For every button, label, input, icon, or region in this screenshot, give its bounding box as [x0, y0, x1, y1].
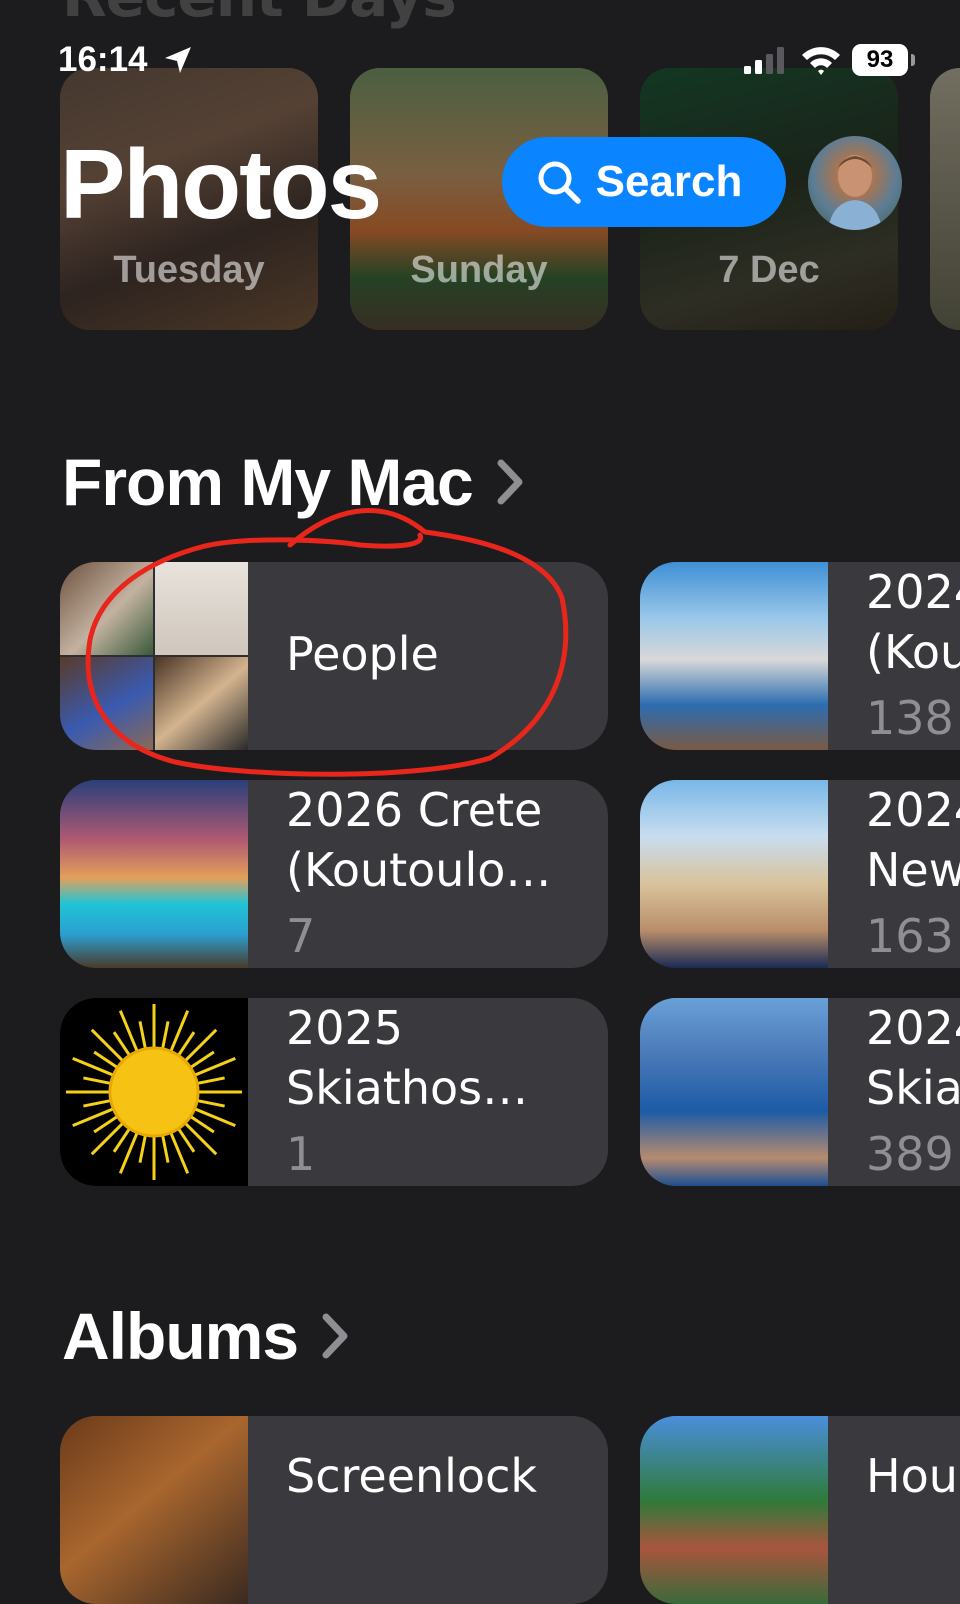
search-icon — [538, 161, 581, 204]
avatar-image — [828, 155, 882, 230]
album-title-line1: 2024 — [866, 783, 960, 837]
battery-nub — [911, 54, 915, 66]
album-thumbnail — [60, 1416, 248, 1604]
album-card-people[interactable]: People — [60, 562, 608, 750]
wifi-icon — [802, 47, 840, 75]
sun-ray — [194, 1076, 225, 1086]
album-count: 138 — [866, 691, 954, 745]
battery-icon: 93 — [852, 44, 908, 76]
album-thumbnail — [640, 1416, 828, 1604]
collage-photo — [155, 657, 248, 750]
recent-day-card[interactable] — [930, 68, 960, 330]
album-count: 163 — [866, 909, 954, 963]
sun-image — [66, 1004, 242, 1180]
collage-photo — [60, 562, 153, 655]
cellular-signal-icon — [744, 47, 784, 74]
location-arrow-icon — [165, 47, 191, 73]
chevron-right-icon — [322, 1313, 348, 1359]
album-card[interactable]: 2025 Skiathos… 1 — [60, 998, 608, 1186]
status-time: 16:14 — [58, 40, 148, 79]
album-count: 1 — [286, 1127, 316, 1181]
album-card[interactable]: 2024 Skia 389 — [640, 998, 960, 1186]
search-button-label: Search — [595, 157, 743, 206]
from-my-mac-heading[interactable]: From My Mac — [62, 444, 525, 520]
album-card[interactable]: 2024 New 163 — [640, 780, 960, 968]
sun-disc — [108, 1046, 200, 1138]
album-card-screenlock[interactable]: Screenlock — [60, 1416, 608, 1604]
avatar[interactable] — [808, 136, 902, 230]
people-collage — [60, 562, 248, 750]
page-title: Photos — [60, 129, 382, 239]
album-title-line1: 2024 — [866, 565, 960, 619]
album-thumbnail — [640, 998, 828, 1186]
album-title: Hou — [866, 1449, 958, 1503]
album-title-line1: 2025 — [286, 1001, 404, 1055]
section-title: Albums — [62, 1299, 299, 1373]
chevron-right-icon — [497, 459, 523, 505]
albums-heading[interactable]: Albums — [62, 1298, 350, 1374]
sun-ray — [182, 1120, 218, 1156]
album-card[interactable]: 2024 (Kou 138 — [640, 562, 960, 750]
sun-ray — [160, 1132, 170, 1163]
album-title: Screenlock — [286, 1449, 538, 1503]
collage-photo — [155, 562, 248, 655]
album-title-line2: (Koutoulo… — [286, 843, 552, 897]
album-card[interactable]: Hou — [640, 1416, 960, 1604]
album-title-line2: Skia — [866, 1061, 960, 1115]
sun-ray — [83, 1098, 114, 1108]
sun-ray — [182, 1028, 218, 1064]
album-title-line2: Skiathos… — [286, 1061, 529, 1115]
album-thumbnail — [640, 562, 828, 750]
album-thumbnail — [60, 998, 248, 1186]
album-thumbnail — [640, 780, 828, 968]
sun-ray — [194, 1098, 225, 1108]
album-title-line1: 2026 Crete — [286, 783, 543, 837]
collage-photo — [60, 657, 153, 750]
recent-days-heading[interactable]: Recent Days — [62, 0, 457, 30]
album-title-line2: (Kou — [866, 625, 960, 679]
album-title-line1: 2024 — [866, 1001, 960, 1055]
sun-ray — [138, 1132, 148, 1163]
recent-day-label: 7 Dec — [718, 249, 820, 291]
album-thumbnail — [60, 780, 248, 968]
sun-ray — [160, 1021, 170, 1052]
sun-ray — [138, 1021, 148, 1052]
album-count: 7 — [286, 909, 316, 963]
sun-ray — [90, 1028, 126, 1064]
album-title-line2: New — [866, 843, 960, 897]
album-title: People — [286, 627, 439, 681]
search-button[interactable]: Search — [502, 137, 786, 227]
album-count: 389 — [866, 1127, 954, 1181]
section-title: From My Mac — [62, 445, 474, 519]
recent-day-label: Sunday — [410, 249, 548, 291]
recent-day-label: Tuesday — [113, 249, 265, 291]
sun-ray — [83, 1076, 114, 1086]
sun-ray — [90, 1120, 126, 1156]
album-card[interactable]: 2026 Crete (Koutoulo… 7 — [60, 780, 608, 968]
